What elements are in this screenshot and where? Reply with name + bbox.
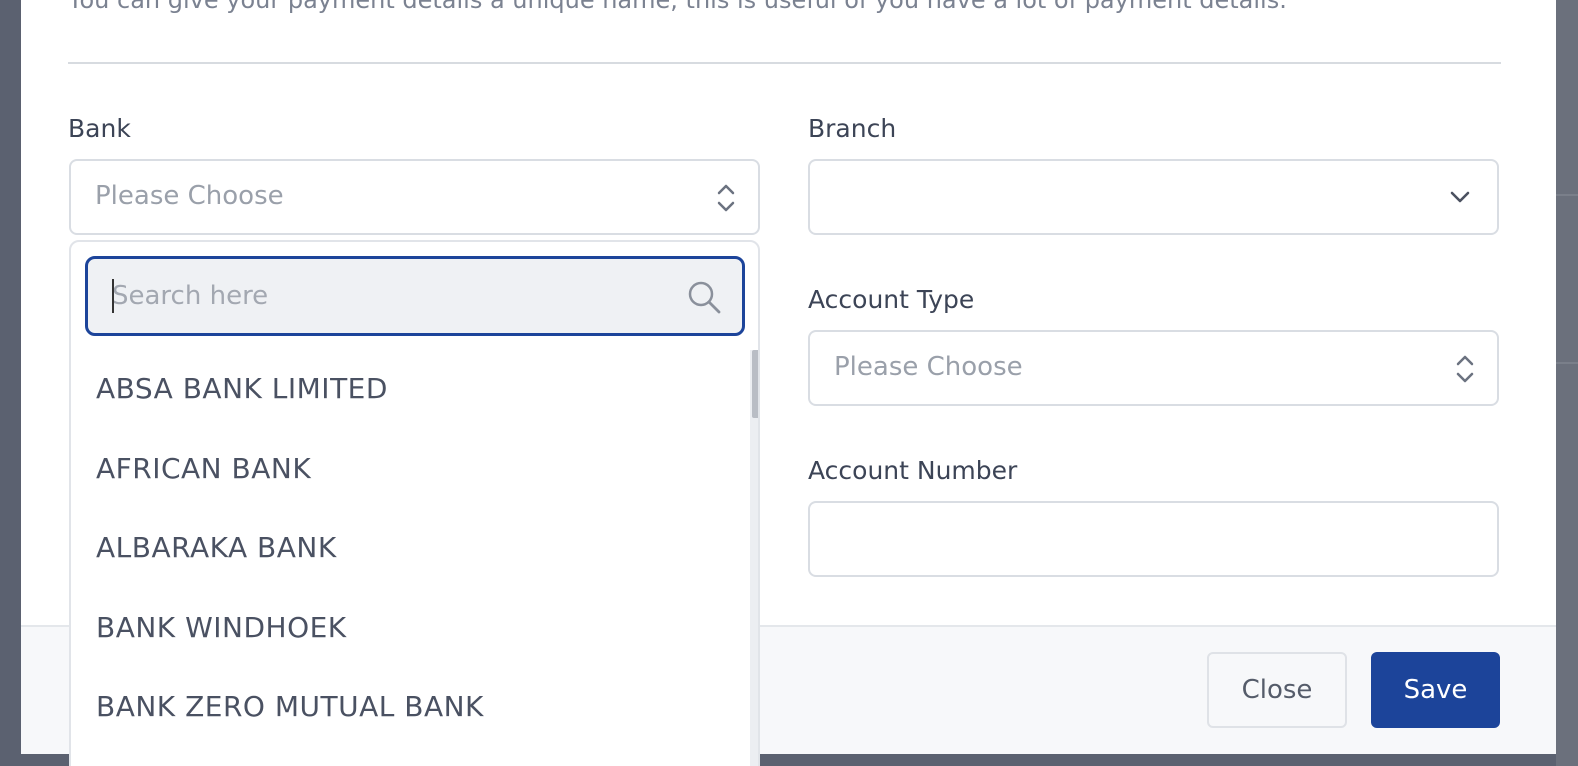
sort-updown-icon [717,184,735,212]
save-button[interactable]: Save [1371,652,1500,728]
sort-updown-icon [1456,355,1474,383]
text-caret [112,279,114,313]
bank-option[interactable]: BANK WINDHOEK [96,611,347,644]
branch-select[interactable] [808,159,1499,235]
bank-search-input[interactable]: Search here [85,256,745,336]
backdrop-line [1556,362,1578,364]
divider [68,62,1501,64]
close-button[interactable]: Close [1207,652,1347,728]
chevron-down-icon [1450,191,1470,203]
account-type-label: Account Type [808,285,975,314]
account-number-label: Account Number [808,456,1018,485]
bank-option[interactable]: ALBARAKA BANK [96,531,337,564]
bank-option[interactable]: AFRICAN BANK [96,452,311,485]
account-type-placeholder: Please Choose [834,352,1023,382]
search-icon [688,281,721,314]
account-number-input[interactable] [808,501,1499,577]
modal-intro-text: You can give your payment details a uniq… [68,0,1287,14]
bank-dropdown: Search here ABSA BANK LIMITED AFRICAN BA… [69,240,760,766]
backdrop-line [1556,194,1578,196]
bank-label: Bank [68,114,131,143]
branch-label: Branch [808,114,897,143]
bank-select-placeholder: Please Choose [95,181,284,211]
bank-select[interactable]: Please Choose [69,159,760,235]
search-placeholder: Search here [112,281,269,311]
modal-backdrop[interactable] [1556,0,1578,766]
bank-option[interactable]: BANK ZERO MUTUAL BANK [96,690,484,723]
bank-option[interactable]: ABSA BANK LIMITED [96,372,388,405]
dropdown-scrollbar-thumb[interactable] [752,350,758,418]
account-type-select[interactable]: Please Choose [808,330,1499,406]
